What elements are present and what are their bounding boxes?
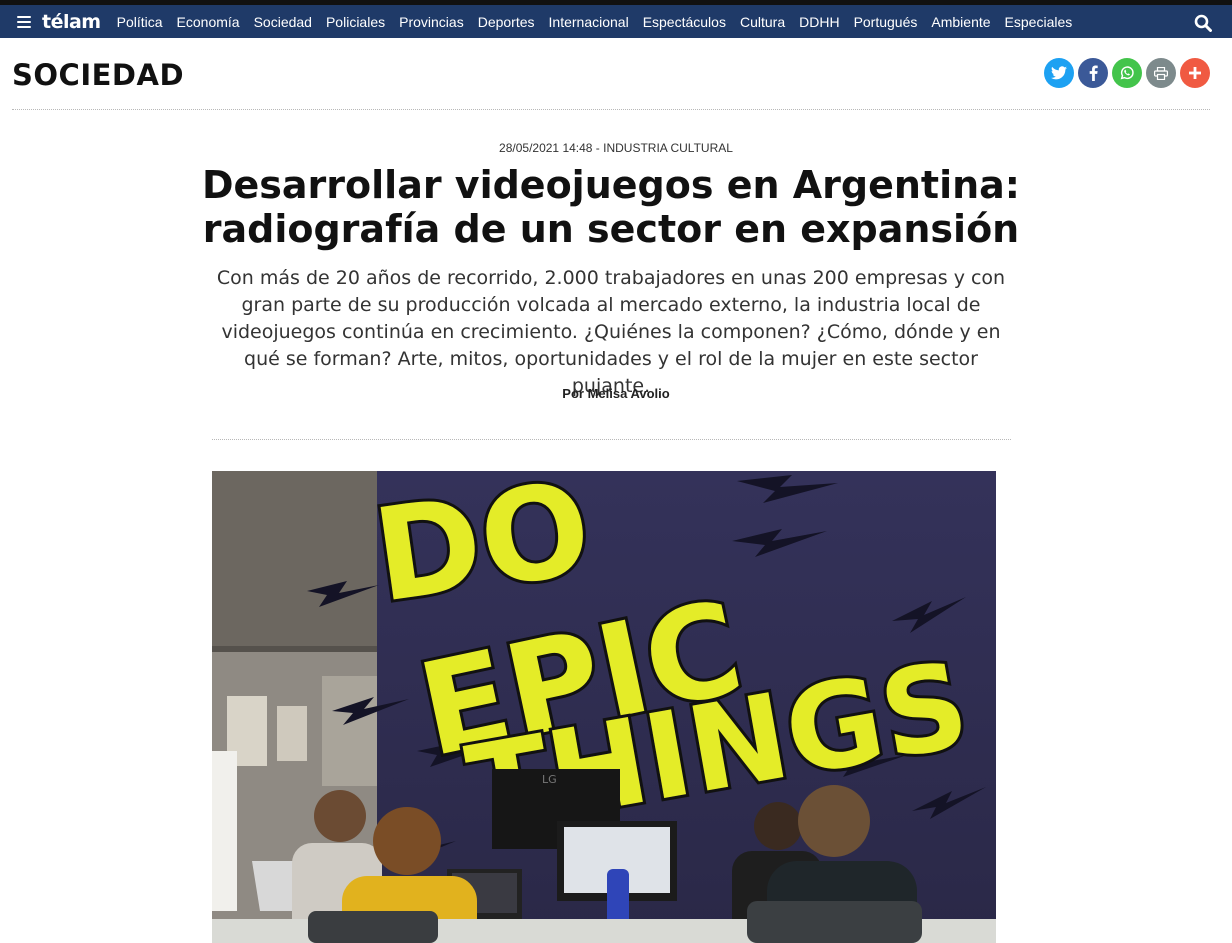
nav-item-especiales[interactable]: Especiales xyxy=(1005,14,1073,30)
photo-illustration: DO EPIC THINGS LG xyxy=(212,471,996,943)
share-buttons xyxy=(1044,58,1210,88)
nav-item-policiales[interactable]: Policiales xyxy=(326,14,385,30)
twitter-icon xyxy=(1051,66,1067,80)
more-share-button[interactable] xyxy=(1180,58,1210,88)
article-lead: Con más de 20 años de recorrido, 2.000 t… xyxy=(216,267,1006,397)
section-title: SOCIEDAD xyxy=(12,58,185,92)
headline-line-1: Desarrollar videojuegos en Argentina: xyxy=(201,163,1021,207)
print-button[interactable] xyxy=(1146,58,1176,88)
monitor-brand: LG xyxy=(542,773,557,786)
article-photo: DO EPIC THINGS LG xyxy=(212,471,996,943)
whatsapp-share-button[interactable] xyxy=(1112,58,1142,88)
headline-line-2: radiografía de un sector en expansión xyxy=(202,207,1020,251)
article-meta: 28/05/2021 14:48 - INDUSTRIA CULTURAL xyxy=(499,141,733,155)
top-navbar: télam Política Economía Sociedad Policia… xyxy=(0,5,1232,38)
nav-item-deportes[interactable]: Deportes xyxy=(478,14,535,30)
print-icon xyxy=(1154,66,1168,80)
search-icon[interactable] xyxy=(1194,14,1212,32)
nav-item-espectaculos[interactable]: Espectáculos xyxy=(643,14,726,30)
article-byline: Por Melisa Avolio xyxy=(562,386,670,401)
nav-item-sociedad[interactable]: Sociedad xyxy=(254,14,312,30)
plus-icon xyxy=(1189,67,1201,79)
nav-item-internacional[interactable]: Internacional xyxy=(549,14,629,30)
nav-item-provincias[interactable]: Provincias xyxy=(399,14,464,30)
nav-item-economia[interactable]: Economía xyxy=(177,14,240,30)
section-header: SOCIEDAD xyxy=(12,50,1210,110)
nav-item-ambiente[interactable]: Ambiente xyxy=(931,14,990,30)
site-logo[interactable]: télam xyxy=(42,11,101,33)
divider xyxy=(212,439,1011,440)
nav-item-portugues[interactable]: Portugués xyxy=(854,14,918,30)
nav-item-ddhh[interactable]: DDHH xyxy=(799,14,839,30)
section-nav: Política Economía Sociedad Policiales Pr… xyxy=(117,14,1087,30)
whatsapp-icon xyxy=(1120,66,1134,80)
facebook-icon xyxy=(1089,65,1098,81)
article-headline: Desarrollar videojuegos en Argentina: ra… xyxy=(160,163,1062,251)
nav-item-cultura[interactable]: Cultura xyxy=(740,14,785,30)
twitter-share-button[interactable] xyxy=(1044,58,1074,88)
facebook-share-button[interactable] xyxy=(1078,58,1108,88)
nav-item-politica[interactable]: Política xyxy=(117,14,163,30)
menu-icon[interactable] xyxy=(17,15,31,28)
